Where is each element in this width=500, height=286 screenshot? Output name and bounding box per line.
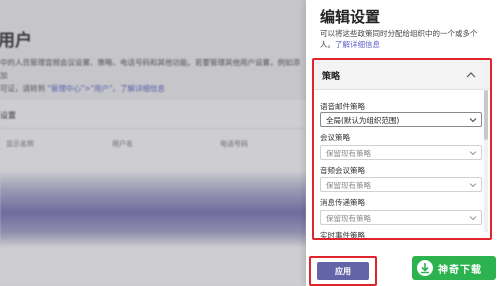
- modal-overlay[interactable]: [0, 0, 306, 286]
- messaging-policy-select[interactable]: 保留现有策略: [320, 210, 482, 225]
- edit-settings-panel: 编辑设置 可以将这些政策同时分配给组织中的一个或多个人。了解详细信息 策略 语音…: [306, 0, 500, 286]
- apply-highlight: 应用: [309, 256, 377, 286]
- voicemail-policy-select[interactable]: 全局(默认为组织范围): [320, 112, 482, 127]
- voicemail-policy-value: 全局(默认为组织范围): [326, 116, 400, 125]
- chevron-down-icon: [469, 151, 477, 156]
- chevron-down-icon: [469, 216, 477, 221]
- chevron-up-icon[interactable]: [464, 68, 478, 82]
- audio-conferencing-policy-select[interactable]: 保留现有策略: [320, 177, 482, 192]
- audio-conferencing-policy-value: 保留现有策略: [326, 181, 371, 190]
- watermark-text: 神奇下载: [438, 265, 482, 276]
- apply-button[interactable]: 应用: [317, 262, 369, 280]
- policies-section-title: 策略: [322, 72, 341, 82]
- audio-conferencing-policy-label: 音频会议策略: [320, 166, 365, 175]
- background-page: 用户 中的人员管理音频会议设置、策略、电话号码和其他功能。若要管理其他用户设置，…: [0, 0, 306, 286]
- policies-section-header[interactable]: 策略: [314, 60, 490, 90]
- messaging-policy-value: 保留现有策略: [326, 214, 371, 223]
- watermark-logo: 神奇下载: [412, 256, 496, 280]
- download-leaf-icon: [417, 260, 433, 276]
- live-events-policy-label: 实时事件策略: [320, 231, 365, 240]
- meeting-policy-label: 会议策略: [320, 133, 350, 142]
- voicemail-policy-label: 语音邮件策略: [320, 102, 365, 111]
- panel-title: 编辑设置: [320, 8, 381, 26]
- meeting-policy-select[interactable]: 保留现有策略: [320, 145, 482, 160]
- panel-description: 可以将这些政策同时分配给组织中的一个或多个人。了解详细信息: [320, 28, 488, 50]
- chevron-down-icon: [469, 118, 477, 123]
- policies-section: 策略 语音邮件策略 全局(默认为组织范围) 会议策略 保留现有策略 音频会议策略…: [312, 58, 492, 240]
- messaging-policy-label: 消息传递策略: [320, 198, 365, 207]
- scrollbar-thumb[interactable]: [484, 90, 488, 140]
- meeting-policy-value: 保留现有策略: [326, 149, 371, 158]
- panel-scrollbar[interactable]: [484, 62, 488, 232]
- chevron-down-icon: [469, 183, 477, 188]
- learn-more-link[interactable]: 了解详细信息: [335, 40, 380, 49]
